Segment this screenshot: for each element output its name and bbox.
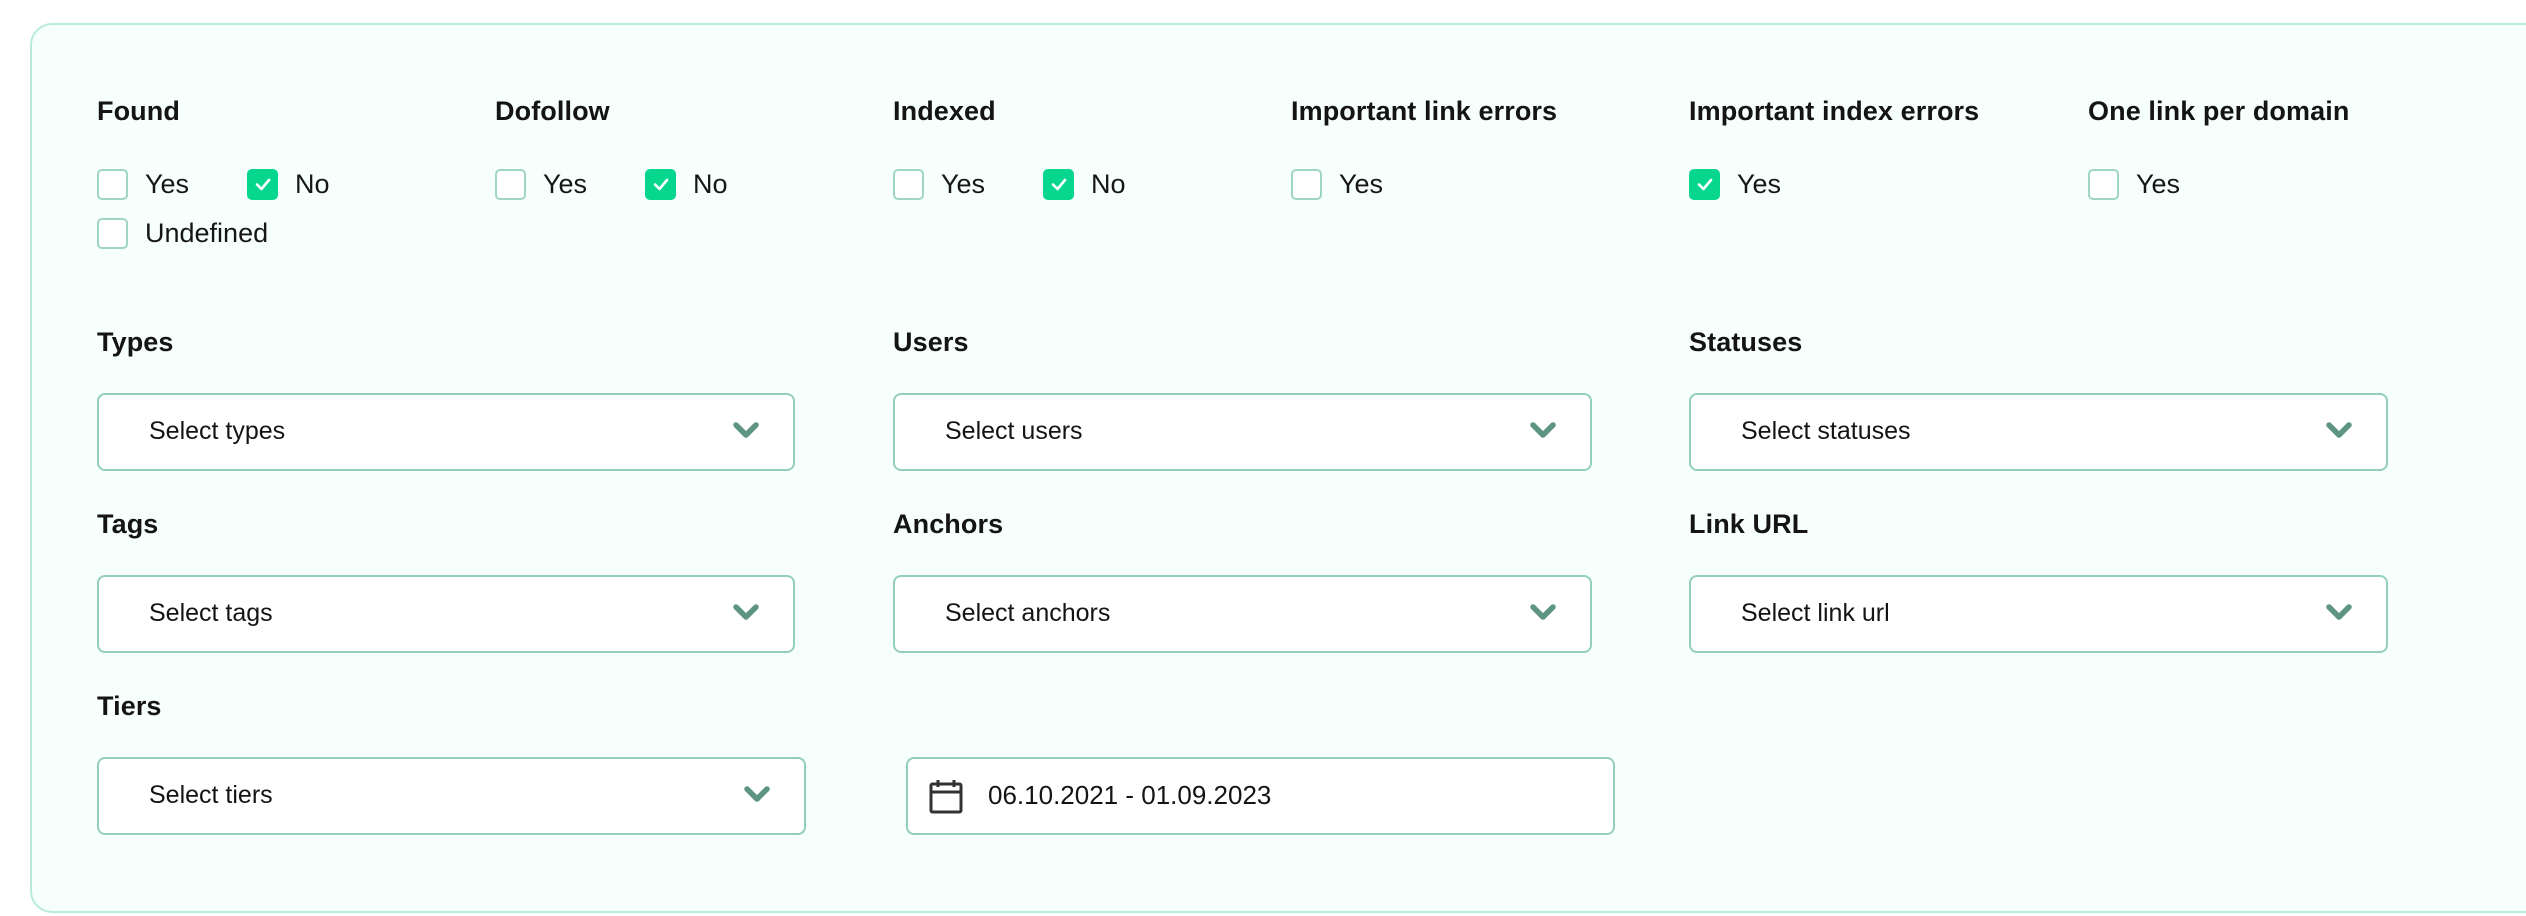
checkbox-label: Yes: [941, 169, 986, 199]
chevron-down-icon: [2326, 604, 2352, 620]
dofollow-yes-checkbox[interactable]: Yes: [495, 168, 587, 200]
tiers-select[interactable]: Select tiers: [97, 757, 806, 835]
important-index-errors-group-label: Important index errors: [1689, 96, 1980, 126]
checkbox-box[interactable]: [1689, 168, 1720, 200]
users-label: Users: [893, 327, 969, 357]
checkbox-label: No: [295, 169, 330, 199]
checkbox-box[interactable]: [97, 217, 128, 249]
chevron-down-icon: [1530, 604, 1556, 620]
found-group-label: Found: [97, 96, 180, 126]
chevron-down-icon: [733, 604, 759, 620]
found-yes-checkbox[interactable]: Yes: [97, 168, 189, 200]
checkbox-label: Yes: [543, 169, 588, 199]
checkbox-label: Yes: [2136, 169, 2181, 199]
checkmark-icon: [653, 178, 668, 191]
statuses-select[interactable]: Select statuses: [1689, 393, 2388, 471]
chevron-down-icon: [2326, 422, 2352, 438]
anchors-label: Anchors: [893, 509, 1004, 539]
checkbox-box[interactable]: [2088, 168, 2119, 200]
chevron-down-icon: [744, 786, 770, 802]
statuses-label: Statuses: [1689, 327, 1803, 357]
one-link-per-domain-yes-checkbox[interactable]: Yes: [2088, 168, 2180, 200]
tiers-select-placeholder: Select tiers: [149, 781, 273, 809]
indexed-yes-checkbox[interactable]: Yes: [893, 168, 985, 200]
types-select-placeholder: Select types: [149, 417, 286, 445]
dofollow-no-checkbox[interactable]: No: [645, 168, 728, 200]
important-link-errors-group-label: Important link errors: [1291, 96, 1558, 126]
types-label: Types: [97, 327, 174, 357]
checkmark-icon: [255, 178, 270, 191]
checkbox-label: No: [693, 169, 728, 199]
date-range-value: 06.10.2021 - 01.09.2023: [988, 780, 1272, 810]
checkbox-box[interactable]: [97, 168, 128, 200]
checkbox-label: Yes: [145, 169, 190, 199]
checkbox-box[interactable]: [645, 168, 676, 200]
anchors-select[interactable]: Select anchors: [893, 575, 1592, 653]
checkbox-label: No: [1091, 169, 1126, 199]
tags-label: Tags: [97, 509, 159, 539]
anchors-select-placeholder: Select anchors: [945, 599, 1111, 627]
checkmark-icon: [1051, 178, 1066, 191]
types-select[interactable]: Select types: [97, 393, 795, 471]
found-undefined-checkbox[interactable]: Undefined: [97, 217, 268, 249]
checkbox-label: Yes: [1339, 169, 1384, 199]
statuses-select-placeholder: Select statuses: [1741, 417, 1911, 445]
checkbox-box[interactable]: [1291, 168, 1322, 200]
checkbox-box[interactable]: [247, 168, 278, 200]
users-select-placeholder: Select users: [945, 417, 1083, 445]
users-select[interactable]: Select users: [893, 393, 1592, 471]
indexed-no-checkbox[interactable]: No: [1043, 168, 1126, 200]
checkbox-label: Undefined: [145, 218, 269, 248]
link-url-select[interactable]: Select link url: [1689, 575, 2388, 653]
tags-select-placeholder: Select tags: [149, 599, 273, 627]
important-index-errors-yes-checkbox[interactable]: Yes: [1689, 168, 1781, 200]
tiers-label: Tiers: [97, 691, 162, 721]
checkbox-label: Yes: [1737, 169, 1782, 199]
link-url-label: Link URL: [1689, 509, 1809, 539]
calendar-icon: [929, 780, 963, 814]
one-link-per-domain-group-label: One link per domain: [2088, 96, 2350, 126]
date-range-picker[interactable]: 06.10.2021 - 01.09.2023: [906, 757, 1615, 835]
dofollow-group-label: Dofollow: [495, 96, 610, 126]
indexed-group-label: Indexed: [893, 96, 996, 126]
checkbox-box[interactable]: [893, 168, 924, 200]
chevron-down-icon: [1530, 422, 1556, 438]
found-no-checkbox[interactable]: No: [247, 168, 330, 200]
tags-select[interactable]: Select tags: [97, 575, 795, 653]
checkbox-box[interactable]: [1043, 168, 1074, 200]
important-link-errors-yes-checkbox[interactable]: Yes: [1291, 168, 1383, 200]
checkbox-box[interactable]: [495, 168, 526, 200]
chevron-down-icon: [733, 422, 759, 438]
link-url-select-placeholder: Select link url: [1741, 599, 1890, 627]
checkmark-icon: [1697, 178, 1712, 191]
